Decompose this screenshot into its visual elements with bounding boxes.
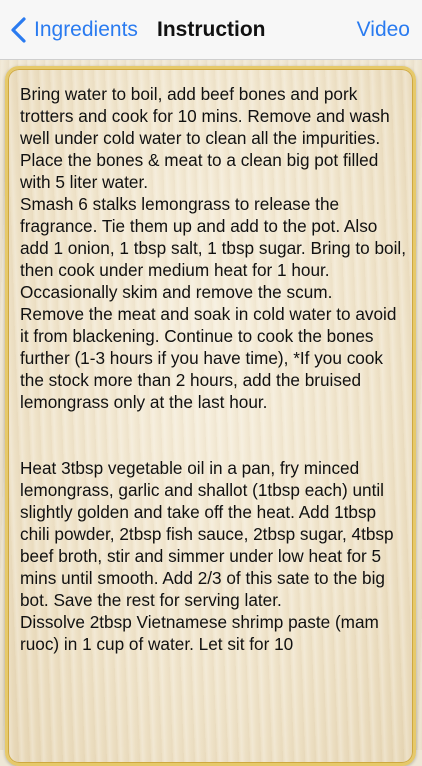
instruction-paragraph: Bring water to boil, add beef bones and … bbox=[20, 84, 390, 148]
back-button[interactable]: Ingredients bbox=[8, 14, 138, 46]
instruction-paragraph: Dissolve 2tbsp Vietnamese shrimp paste (… bbox=[20, 612, 379, 654]
back-button-label: Ingredients bbox=[34, 18, 138, 41]
chevron-left-icon bbox=[11, 17, 26, 43]
video-button[interactable]: Video bbox=[357, 14, 410, 46]
instruction-paragraph: Heat 3tbsp vegetable oil in a pan, fry m… bbox=[20, 458, 394, 610]
instruction-paragraph: Smash 6 stalks lemongrass to release the… bbox=[20, 194, 407, 302]
page-title: Instruction bbox=[157, 18, 266, 41]
instruction-card[interactable]: Bring water to boil, add beef bones and … bbox=[5, 66, 416, 766]
instruction-text: Bring water to boil, add beef bones and … bbox=[20, 83, 408, 655]
instruction-paragraph: Place the bones & meat to a clean big po… bbox=[20, 150, 379, 192]
instruction-paragraph: Remove the meat and soak in cold water t… bbox=[20, 304, 397, 412]
navigation-bar: Ingredients Instruction Video bbox=[0, 0, 422, 60]
